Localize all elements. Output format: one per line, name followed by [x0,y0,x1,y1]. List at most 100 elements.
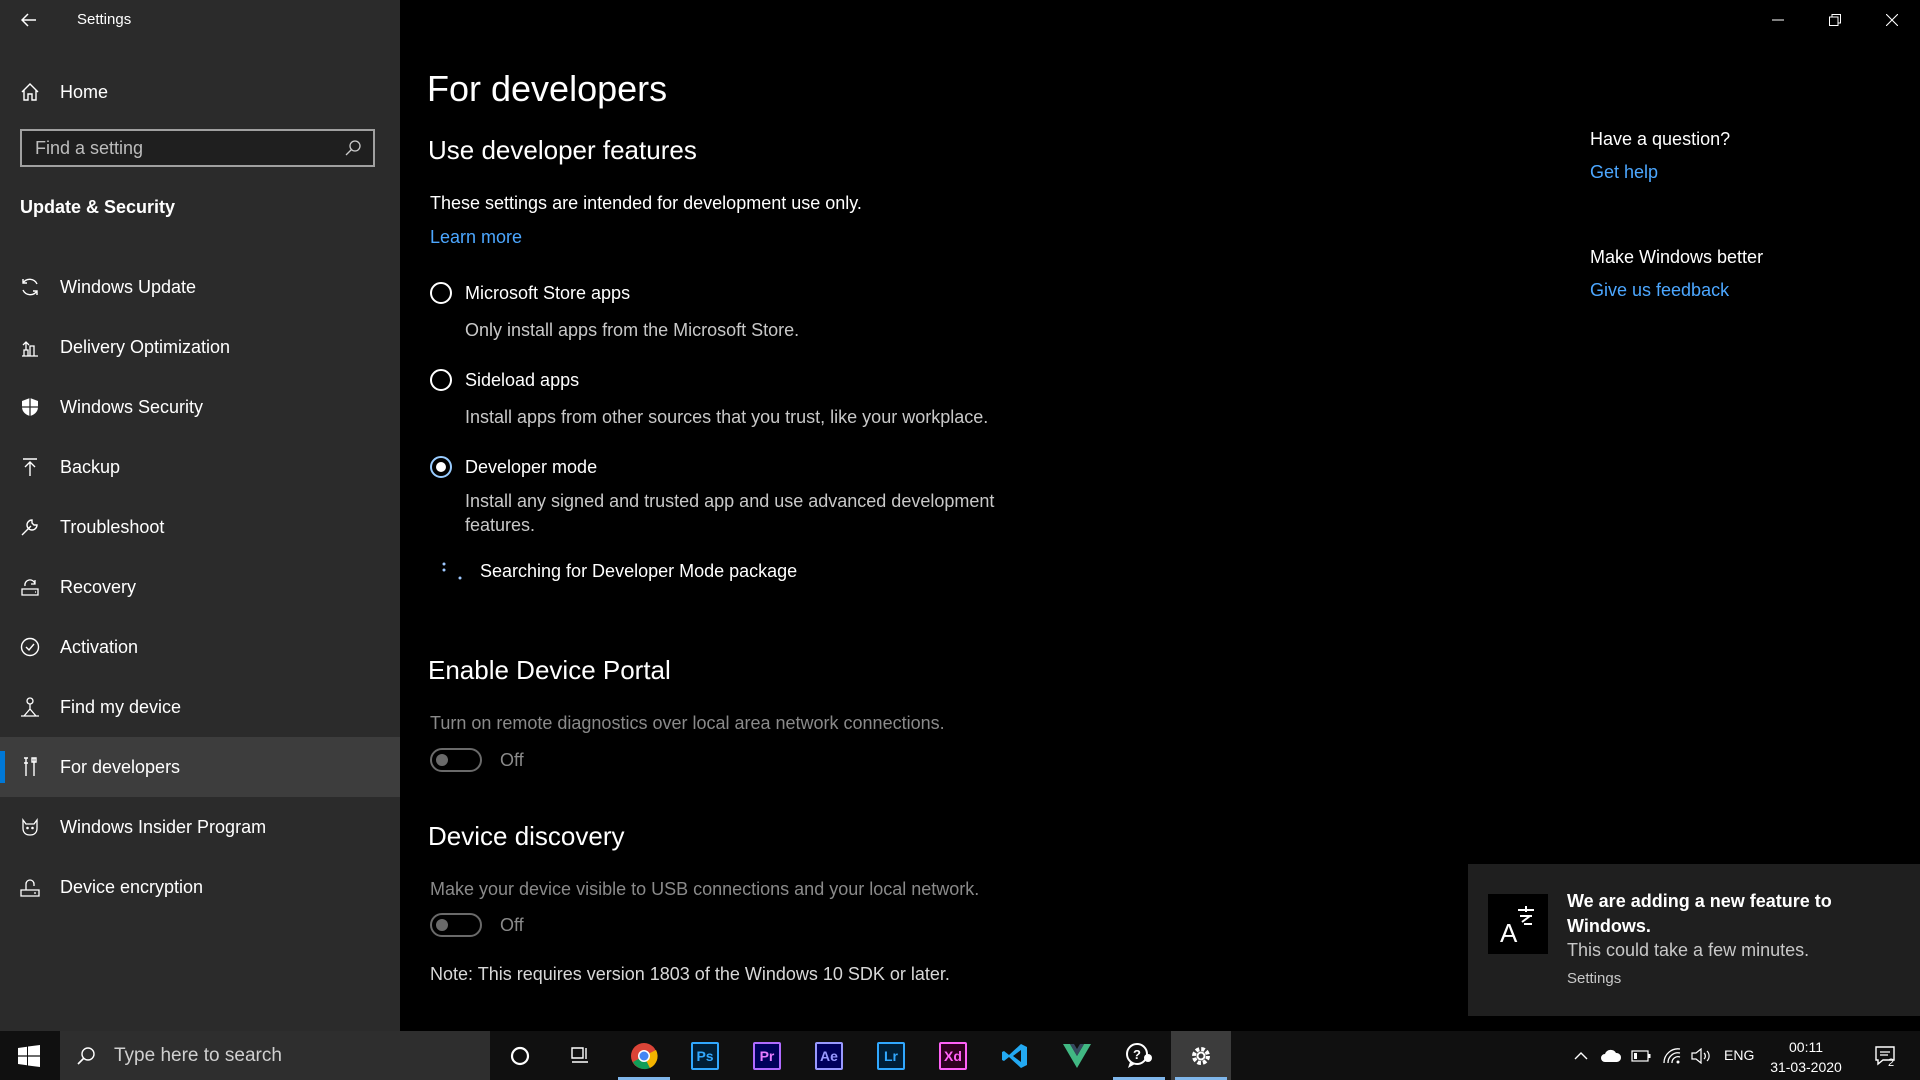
dev-features-intro: These settings are intended for developm… [430,193,862,213]
radio-developer-mode[interactable]: Developer mode [430,456,597,478]
find-setting-input[interactable] [22,136,341,160]
give-feedback-link[interactable]: Give us feedback [1590,280,1729,301]
get-help-link[interactable]: Get help [1590,162,1658,183]
cortana-circle-icon [510,1046,530,1065]
radio-button-checked[interactable] [430,456,452,478]
minimize-button[interactable] [1749,0,1806,40]
sidebar-nav-list: Windows Update Delivery Optimization Win… [0,257,400,917]
sidebar-item-label: Find my device [60,696,182,717]
volume-tray-button[interactable] [1690,1031,1714,1080]
app-title: Settings [77,11,132,28]
cortana-button[interactable] [490,1031,550,1080]
toggle-knob [436,754,448,766]
sidebar-item-label: Delivery Optimization [60,336,231,357]
taskbar-app-chrome[interactable] [614,1031,674,1080]
chevron-up-icon [1574,1051,1588,1059]
settings-gear-icon [1192,1046,1210,1065]
task-view-icon [571,1046,588,1063]
sidebar-item-delivery-optimization[interactable]: Delivery Optimization [0,317,400,377]
radio-button[interactable] [430,282,452,304]
windows-logo-icon [18,1044,40,1067]
show-hidden-icons-button[interactable] [1570,1031,1592,1080]
sidebar-item-label: Windows Security [60,396,204,417]
radio-description: Only install apps from the Microsoft Sto… [465,320,800,340]
battery-tray-button[interactable] [1630,1031,1652,1080]
vscode-icon [1002,1043,1027,1068]
taskbar-app-settings[interactable] [1171,1031,1231,1080]
settings-sidebar: Settings Home Update & Security Windows … [0,0,400,1031]
searching-status-text: Searching for Developer Mode package [480,561,798,581]
device-discovery-toggle-state: Off [500,915,524,935]
make-windows-better-heading: Make Windows better [1590,247,1764,267]
sidebar-item-windows-update[interactable]: Windows Update [0,257,400,317]
taskbar-search-box[interactable]: Type here to search [60,1031,490,1080]
action-center-button[interactable]: 2 [1860,1031,1910,1080]
taskbar-app-vue[interactable] [1047,1031,1107,1080]
onedrive-tray-button[interactable] [1599,1031,1623,1080]
sidebar-item-label: Device encryption [60,876,204,897]
chrome-icon [631,1042,658,1069]
system-clock[interactable]: 00:11 31-03-2020 [1768,1037,1844,1077]
sidebar-item-recovery[interactable]: Recovery [0,557,400,617]
clock-time: 00:11 [1789,1039,1823,1055]
taskbar-app-premiere[interactable]: Pr [737,1031,797,1080]
taskbar: Type here to search Ps Pr Ae Lr Xd ? ENG… [0,1031,1920,1080]
after-effects-icon: Ae [815,1041,843,1070]
learn-more-link[interactable]: Learn more [430,227,522,248]
delivery-optimization-icon [18,335,42,359]
sidebar-item-label: Troubleshoot [60,516,165,537]
radio-label: Developer mode [465,456,598,477]
taskbar-app-feedback-hub[interactable]: ? [1109,1031,1169,1080]
wifi-tray-button[interactable] [1660,1031,1684,1080]
sidebar-item-label: Recovery [60,576,137,597]
taskbar-app-photoshop[interactable]: Ps [675,1031,735,1080]
restore-button[interactable] [1806,0,1863,40]
have-a-question-heading: Have a question? [1590,129,1731,149]
sidebar-item-for-developers[interactable]: For developers [0,737,400,797]
lightroom-icon: Lr [877,1041,905,1070]
search-icon[interactable] [341,136,365,160]
sidebar-item-device-encryption[interactable]: Device encryption [0,857,400,917]
sidebar-item-label: Activation [60,636,139,657]
device-portal-toggle[interactable] [430,748,482,772]
sidebar-item-label: Windows Insider Program [60,816,267,837]
device-portal-toggle-state: Off [500,750,524,770]
radio-label: Microsoft Store apps [465,282,631,303]
find-setting-search-box[interactable] [20,129,375,167]
sidebar-item-activation[interactable]: Activation [0,617,400,677]
notification-toast[interactable]: A We are adding a new feature to Windows… [1468,864,1920,1016]
premiere-icon: Pr [753,1041,781,1070]
shield-icon [18,395,42,419]
home-link[interactable]: Home [0,72,400,112]
radio-sideload-apps[interactable]: Sideload apps [430,369,579,391]
sync-icon [18,275,42,299]
back-button[interactable] [14,6,44,34]
svg-text:A: A [1500,918,1518,946]
close-button[interactable] [1863,0,1920,40]
sidebar-item-windows-insider-program[interactable]: Windows Insider Program [0,797,400,857]
device-discovery-heading: Device discovery [428,821,625,851]
device-discovery-toggle[interactable] [430,913,482,937]
progress-spinner-icon [438,558,468,584]
taskbar-app-lightroom[interactable]: Lr [861,1031,921,1080]
radio-microsoft-store-apps[interactable]: Microsoft Store apps [430,282,630,304]
sidebar-item-label: Backup [60,456,121,477]
photoshop-icon: Ps [691,1041,719,1070]
home-icon [18,80,42,104]
sidebar-item-troubleshoot[interactable]: Troubleshoot [0,497,400,557]
input-language-indicator[interactable]: ENG [1724,1047,1754,1063]
start-button[interactable] [0,1031,58,1080]
sidebar-item-find-my-device[interactable]: Find my device [0,677,400,737]
xd-icon: Xd [939,1041,967,1070]
taskbar-app-after-effects[interactable]: Ae [799,1031,859,1080]
use-developer-features-heading: Use developer features [428,135,697,165]
taskbar-app-xd[interactable]: Xd [923,1031,983,1080]
wifi-icon [1663,1047,1681,1063]
radio-button[interactable] [430,369,452,391]
sidebar-item-backup[interactable]: Backup [0,437,400,497]
task-view-button[interactable] [550,1031,610,1080]
back-arrow-icon [21,13,36,27]
taskbar-app-vscode[interactable] [985,1031,1045,1080]
sidebar-item-windows-security[interactable]: Windows Security [0,377,400,437]
radio-label: Sideload apps [465,369,580,390]
